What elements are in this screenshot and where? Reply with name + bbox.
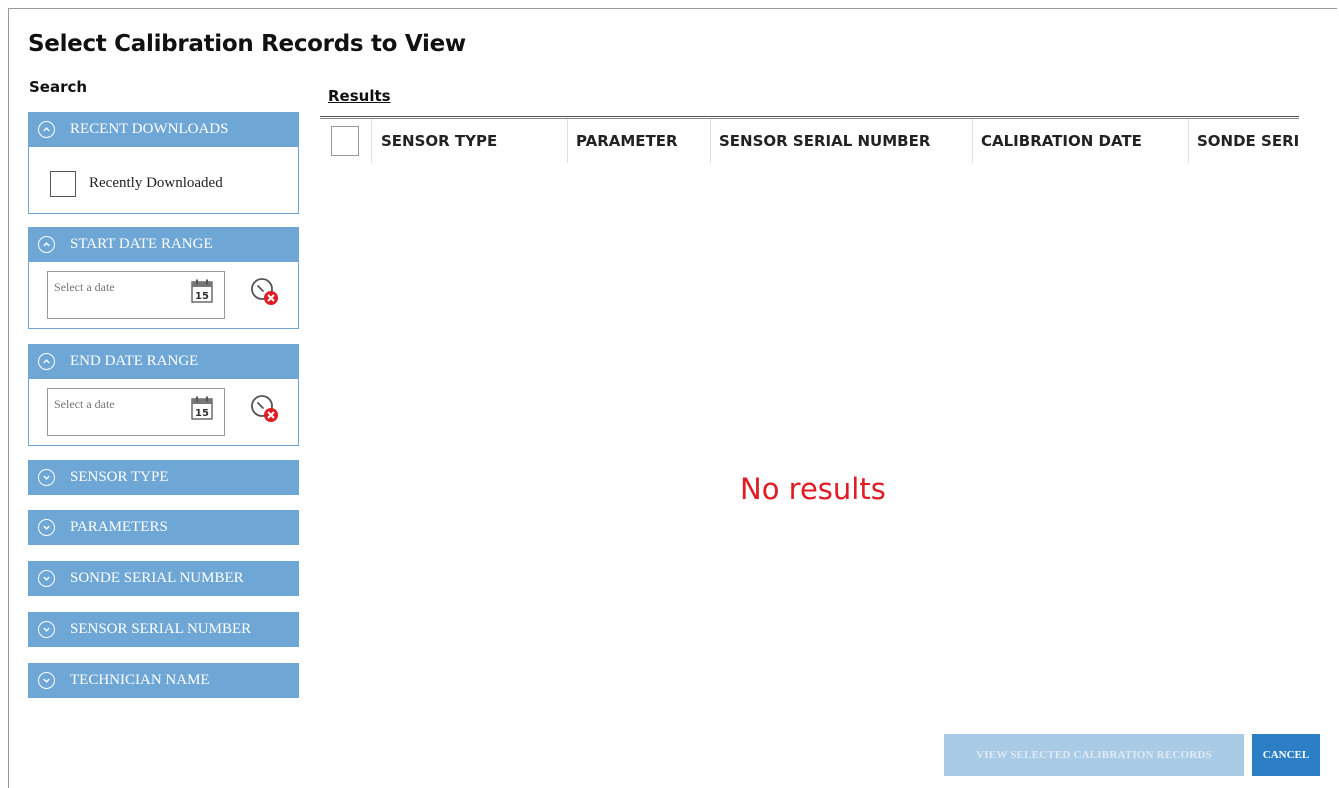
panel-body-start-date-range: 15 — [28, 262, 299, 329]
calendar-icon[interactable]: 15 — [191, 396, 213, 420]
results-label: Results — [328, 87, 391, 105]
clear-date-icon[interactable] — [249, 393, 281, 425]
start-date-field[interactable]: 15 — [47, 271, 225, 319]
chevron-up-icon — [38, 353, 55, 370]
panel-header-parameters[interactable]: PARAMETERS — [28, 510, 299, 545]
dialog-title: Select Calibration Records to View — [28, 31, 466, 57]
search-label: Search — [29, 78, 88, 96]
panel-header-start-date-range[interactable]: START DATE RANGE — [28, 227, 299, 262]
panel-header-label: SONDE SERIAL NUMBER — [70, 570, 244, 586]
column-header-sensor-type[interactable]: SENSOR TYPE — [372, 119, 567, 163]
panel-header-label: END DATE RANGE — [70, 353, 199, 369]
select-all-checkbox[interactable] — [331, 126, 359, 156]
calendar-icon[interactable]: 15 — [191, 279, 213, 303]
panel-body-recent-downloads: Recently Downloaded — [28, 147, 299, 214]
column-header-calibration-date[interactable]: CALIBRATION DATE — [973, 119, 1188, 163]
column-header-sonde-serial[interactable]: SONDE SERIA — [1189, 119, 1299, 163]
recently-downloaded-checkbox[interactable] — [50, 171, 76, 197]
start-date-input[interactable] — [54, 280, 174, 295]
column-header-parameter[interactable]: PARAMETER — [568, 119, 710, 163]
results-table-header: SENSOR TYPE PARAMETER SENSOR SERIAL NUMB… — [320, 119, 1299, 163]
chevron-down-icon — [38, 469, 55, 486]
chevron-up-icon — [38, 236, 55, 253]
panel-header-sensor-serial-number[interactable]: SENSOR SERIAL NUMBER — [28, 612, 299, 647]
chevron-up-icon — [38, 121, 55, 138]
cancel-button[interactable]: CANCEL — [1252, 734, 1320, 776]
clear-date-icon[interactable] — [249, 276, 281, 308]
column-header-sensor-serial-number[interactable]: SENSOR SERIAL NUMBER — [711, 119, 972, 163]
end-date-field[interactable]: 15 — [47, 388, 225, 436]
panel-header-technician-name[interactable]: TECHNICIAN NAME — [28, 663, 299, 698]
panel-header-label: PARAMETERS — [70, 519, 168, 535]
panel-header-sensor-type[interactable]: SENSOR TYPE — [28, 460, 299, 495]
chevron-down-icon — [38, 621, 55, 638]
panel-header-sonde-serial-number[interactable]: SONDE SERIAL NUMBER — [28, 561, 299, 596]
chevron-down-icon — [38, 519, 55, 536]
chevron-down-icon — [38, 672, 55, 689]
recently-downloaded-label: Recently Downloaded — [89, 175, 223, 191]
panel-header-label: START DATE RANGE — [70, 236, 213, 252]
panel-header-label: SENSOR TYPE — [70, 469, 169, 485]
view-selected-records-button[interactable]: VIEW SELECTED CALIBRATION RECORDS — [944, 734, 1244, 776]
svg-text:15: 15 — [195, 291, 209, 302]
no-results-message: No results — [740, 472, 886, 506]
chevron-down-icon — [38, 570, 55, 587]
panel-body-end-date-range: 15 — [28, 379, 299, 446]
panel-header-label: RECENT DOWNLOADS — [70, 121, 229, 137]
svg-text:15: 15 — [195, 408, 209, 419]
panel-header-recent-downloads[interactable]: RECENT DOWNLOADS — [28, 112, 299, 147]
end-date-input[interactable] — [54, 397, 174, 412]
panel-header-label: SENSOR SERIAL NUMBER — [70, 621, 252, 637]
panel-header-end-date-range[interactable]: END DATE RANGE — [28, 344, 299, 379]
panel-header-label: TECHNICIAN NAME — [70, 672, 210, 688]
